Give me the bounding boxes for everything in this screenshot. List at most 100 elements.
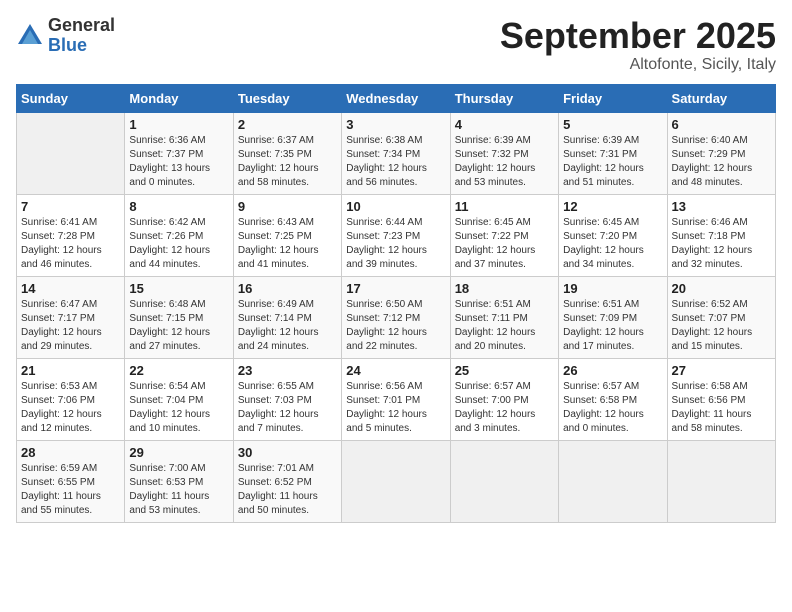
day-number: 1 bbox=[129, 117, 228, 132]
calendar-cell: 18Sunrise: 6:51 AM Sunset: 7:11 PM Dayli… bbox=[450, 276, 558, 358]
calendar-cell: 22 Sunrise: 6:54 AM Sunset: 7:04 PM Dayli… bbox=[125, 358, 233, 440]
cell-content: Sunrise: 6:57 AM Sunset: 7:00 PM Dayligh… bbox=[455, 380, 554, 436]
calendar-cell: 24 Sunrise: 6:56 AM Sunset: 7:01 PM Dayli… bbox=[342, 358, 450, 440]
cell-content: Sunrise: 6:54 AM Sunset: 7:04 PM Dayligh… bbox=[129, 380, 228, 436]
calendar-week-row: 28 Sunrise: 6:59 AM Sunset: 6:55 PM Dayli… bbox=[17, 440, 776, 522]
day-of-week-header: Monday bbox=[125, 84, 233, 112]
calendar-cell: 7Sunrise: 6:41 AM Sunset: 7:28 PM Daylig… bbox=[17, 194, 125, 276]
calendar-cell: 13Sunrise: 6:46 AM Sunset: 7:18 PM Dayli… bbox=[667, 194, 775, 276]
calendar-cell: 17 Sunrise: 6:50 AM Sunset: 7:12 PM Dayli… bbox=[342, 276, 450, 358]
calendar-table: SundayMondayTuesdayWednesdayThursdayFrid… bbox=[16, 84, 776, 523]
day-number: 5 bbox=[563, 117, 662, 132]
logo-blue-text: Blue bbox=[48, 36, 115, 56]
calendar-cell: 2 Sunrise: 6:37 AM Sunset: 7:35 PM Daylig… bbox=[233, 112, 341, 194]
logo-general-text: General bbox=[48, 16, 115, 36]
location-text: Altofonte, Sicily, Italy bbox=[500, 56, 776, 74]
day-number: 6 bbox=[672, 117, 771, 132]
logo-icon bbox=[16, 22, 44, 50]
cell-content: Sunrise: 6:53 AM Sunset: 7:06 PM Dayligh… bbox=[21, 380, 120, 436]
calendar-cell: 10 Sunrise: 6:44 AM Sunset: 7:23 PM Dayli… bbox=[342, 194, 450, 276]
cell-content: Sunrise: 6:40 AM Sunset: 7:29 PM Dayligh… bbox=[672, 134, 771, 190]
day-number: 24 bbox=[346, 363, 445, 378]
day-number: 7 bbox=[21, 199, 120, 214]
cell-content: Sunrise: 6:55 AM Sunset: 7:03 PM Dayligh… bbox=[238, 380, 337, 436]
calendar-cell: 28 Sunrise: 6:59 AM Sunset: 6:55 PM Dayli… bbox=[17, 440, 125, 522]
title-block: September 2025 Altofonte, Sicily, Italy bbox=[500, 16, 776, 74]
day-number: 8 bbox=[129, 199, 228, 214]
cell-content: Sunrise: 7:01 AM Sunset: 6:52 PM Dayligh… bbox=[238, 462, 337, 518]
day-number: 27 bbox=[672, 363, 771, 378]
cell-content: Sunrise: 6:59 AM Sunset: 6:55 PM Dayligh… bbox=[21, 462, 120, 518]
calendar-cell: 26Sunrise: 6:57 AM Sunset: 6:58 PM Dayli… bbox=[559, 358, 667, 440]
calendar-header-row: SundayMondayTuesdayWednesdayThursdayFrid… bbox=[17, 84, 776, 112]
day-number: 25 bbox=[455, 363, 554, 378]
day-number: 2 bbox=[238, 117, 337, 132]
cell-content: Sunrise: 6:37 AM Sunset: 7:35 PM Dayligh… bbox=[238, 134, 337, 190]
calendar-cell: 19 Sunrise: 6:51 AM Sunset: 7:09 PM Dayli… bbox=[559, 276, 667, 358]
calendar-cell: 16 Sunrise: 6:49 AM Sunset: 7:14 PM Dayli… bbox=[233, 276, 341, 358]
cell-content: Sunrise: 6:52 AM Sunset: 7:07 PM Dayligh… bbox=[672, 298, 771, 354]
calendar-cell: 30 Sunrise: 7:01 AM Sunset: 6:52 PM Dayli… bbox=[233, 440, 341, 522]
calendar-cell: 12 Sunrise: 6:45 AM Sunset: 7:20 PM Dayli… bbox=[559, 194, 667, 276]
cell-content: Sunrise: 6:36 AM Sunset: 7:37 PM Dayligh… bbox=[129, 134, 228, 190]
cell-content: Sunrise: 6:42 AM Sunset: 7:26 PM Dayligh… bbox=[129, 216, 228, 272]
cell-content: Sunrise: 6:56 AM Sunset: 7:01 PM Dayligh… bbox=[346, 380, 445, 436]
calendar-week-row: 14 Sunrise: 6:47 AM Sunset: 7:17 PM Dayli… bbox=[17, 276, 776, 358]
day-number: 17 bbox=[346, 281, 445, 296]
calendar-cell bbox=[667, 440, 775, 522]
day-number: 23 bbox=[238, 363, 337, 378]
calendar-cell: 9 Sunrise: 6:43 AM Sunset: 7:25 PM Daylig… bbox=[233, 194, 341, 276]
day-of-week-header: Friday bbox=[559, 84, 667, 112]
cell-content: Sunrise: 6:49 AM Sunset: 7:14 PM Dayligh… bbox=[238, 298, 337, 354]
logo: General Blue bbox=[16, 16, 115, 56]
day-of-week-header: Thursday bbox=[450, 84, 558, 112]
cell-content: Sunrise: 6:43 AM Sunset: 7:25 PM Dayligh… bbox=[238, 216, 337, 272]
day-of-week-header: Tuesday bbox=[233, 84, 341, 112]
calendar-cell bbox=[450, 440, 558, 522]
cell-content: Sunrise: 6:48 AM Sunset: 7:15 PM Dayligh… bbox=[129, 298, 228, 354]
day-number: 15 bbox=[129, 281, 228, 296]
day-number: 16 bbox=[238, 281, 337, 296]
day-number: 20 bbox=[672, 281, 771, 296]
day-number: 10 bbox=[346, 199, 445, 214]
day-number: 11 bbox=[455, 199, 554, 214]
cell-content: Sunrise: 6:45 AM Sunset: 7:20 PM Dayligh… bbox=[563, 216, 662, 272]
calendar-week-row: 21 Sunrise: 6:53 AM Sunset: 7:06 PM Dayli… bbox=[17, 358, 776, 440]
day-number: 28 bbox=[21, 445, 120, 460]
cell-content: Sunrise: 6:51 AM Sunset: 7:11 PM Dayligh… bbox=[455, 298, 554, 354]
day-number: 30 bbox=[238, 445, 337, 460]
cell-content: Sunrise: 6:39 AM Sunset: 7:31 PM Dayligh… bbox=[563, 134, 662, 190]
calendar-cell: 11Sunrise: 6:45 AM Sunset: 7:22 PM Dayli… bbox=[450, 194, 558, 276]
month-title: September 2025 bbox=[500, 16, 776, 56]
calendar-cell: 14 Sunrise: 6:47 AM Sunset: 7:17 PM Dayli… bbox=[17, 276, 125, 358]
cell-content: Sunrise: 6:58 AM Sunset: 6:56 PM Dayligh… bbox=[672, 380, 771, 436]
day-of-week-header: Sunday bbox=[17, 84, 125, 112]
calendar-cell: 25 Sunrise: 6:57 AM Sunset: 7:00 PM Dayli… bbox=[450, 358, 558, 440]
cell-content: Sunrise: 7:00 AM Sunset: 6:53 PM Dayligh… bbox=[129, 462, 228, 518]
day-number: 22 bbox=[129, 363, 228, 378]
calendar-cell: 15 Sunrise: 6:48 AM Sunset: 7:15 PM Dayli… bbox=[125, 276, 233, 358]
calendar-cell: 21 Sunrise: 6:53 AM Sunset: 7:06 PM Dayli… bbox=[17, 358, 125, 440]
day-number: 14 bbox=[21, 281, 120, 296]
cell-content: Sunrise: 6:47 AM Sunset: 7:17 PM Dayligh… bbox=[21, 298, 120, 354]
cell-content: Sunrise: 6:39 AM Sunset: 7:32 PM Dayligh… bbox=[455, 134, 554, 190]
calendar-cell bbox=[559, 440, 667, 522]
day-number: 9 bbox=[238, 199, 337, 214]
calendar-cell: 6 Sunrise: 6:40 AM Sunset: 7:29 PM Daylig… bbox=[667, 112, 775, 194]
calendar-cell: 1 Sunrise: 6:36 AM Sunset: 7:37 PM Daylig… bbox=[125, 112, 233, 194]
cell-content: Sunrise: 6:50 AM Sunset: 7:12 PM Dayligh… bbox=[346, 298, 445, 354]
calendar-cell: 29Sunrise: 7:00 AM Sunset: 6:53 PM Dayli… bbox=[125, 440, 233, 522]
calendar-cell: 20 Sunrise: 6:52 AM Sunset: 7:07 PM Dayli… bbox=[667, 276, 775, 358]
cell-content: Sunrise: 6:44 AM Sunset: 7:23 PM Dayligh… bbox=[346, 216, 445, 272]
day-number: 19 bbox=[563, 281, 662, 296]
day-number: 4 bbox=[455, 117, 554, 132]
calendar-cell bbox=[342, 440, 450, 522]
cell-content: Sunrise: 6:51 AM Sunset: 7:09 PM Dayligh… bbox=[563, 298, 662, 354]
day-number: 26 bbox=[563, 363, 662, 378]
day-number: 13 bbox=[672, 199, 771, 214]
calendar-cell: 23 Sunrise: 6:55 AM Sunset: 7:03 PM Dayli… bbox=[233, 358, 341, 440]
day-number: 12 bbox=[563, 199, 662, 214]
day-number: 21 bbox=[21, 363, 120, 378]
calendar-week-row: 1 Sunrise: 6:36 AM Sunset: 7:37 PM Daylig… bbox=[17, 112, 776, 194]
calendar-cell: 4 Sunrise: 6:39 AM Sunset: 7:32 PM Daylig… bbox=[450, 112, 558, 194]
